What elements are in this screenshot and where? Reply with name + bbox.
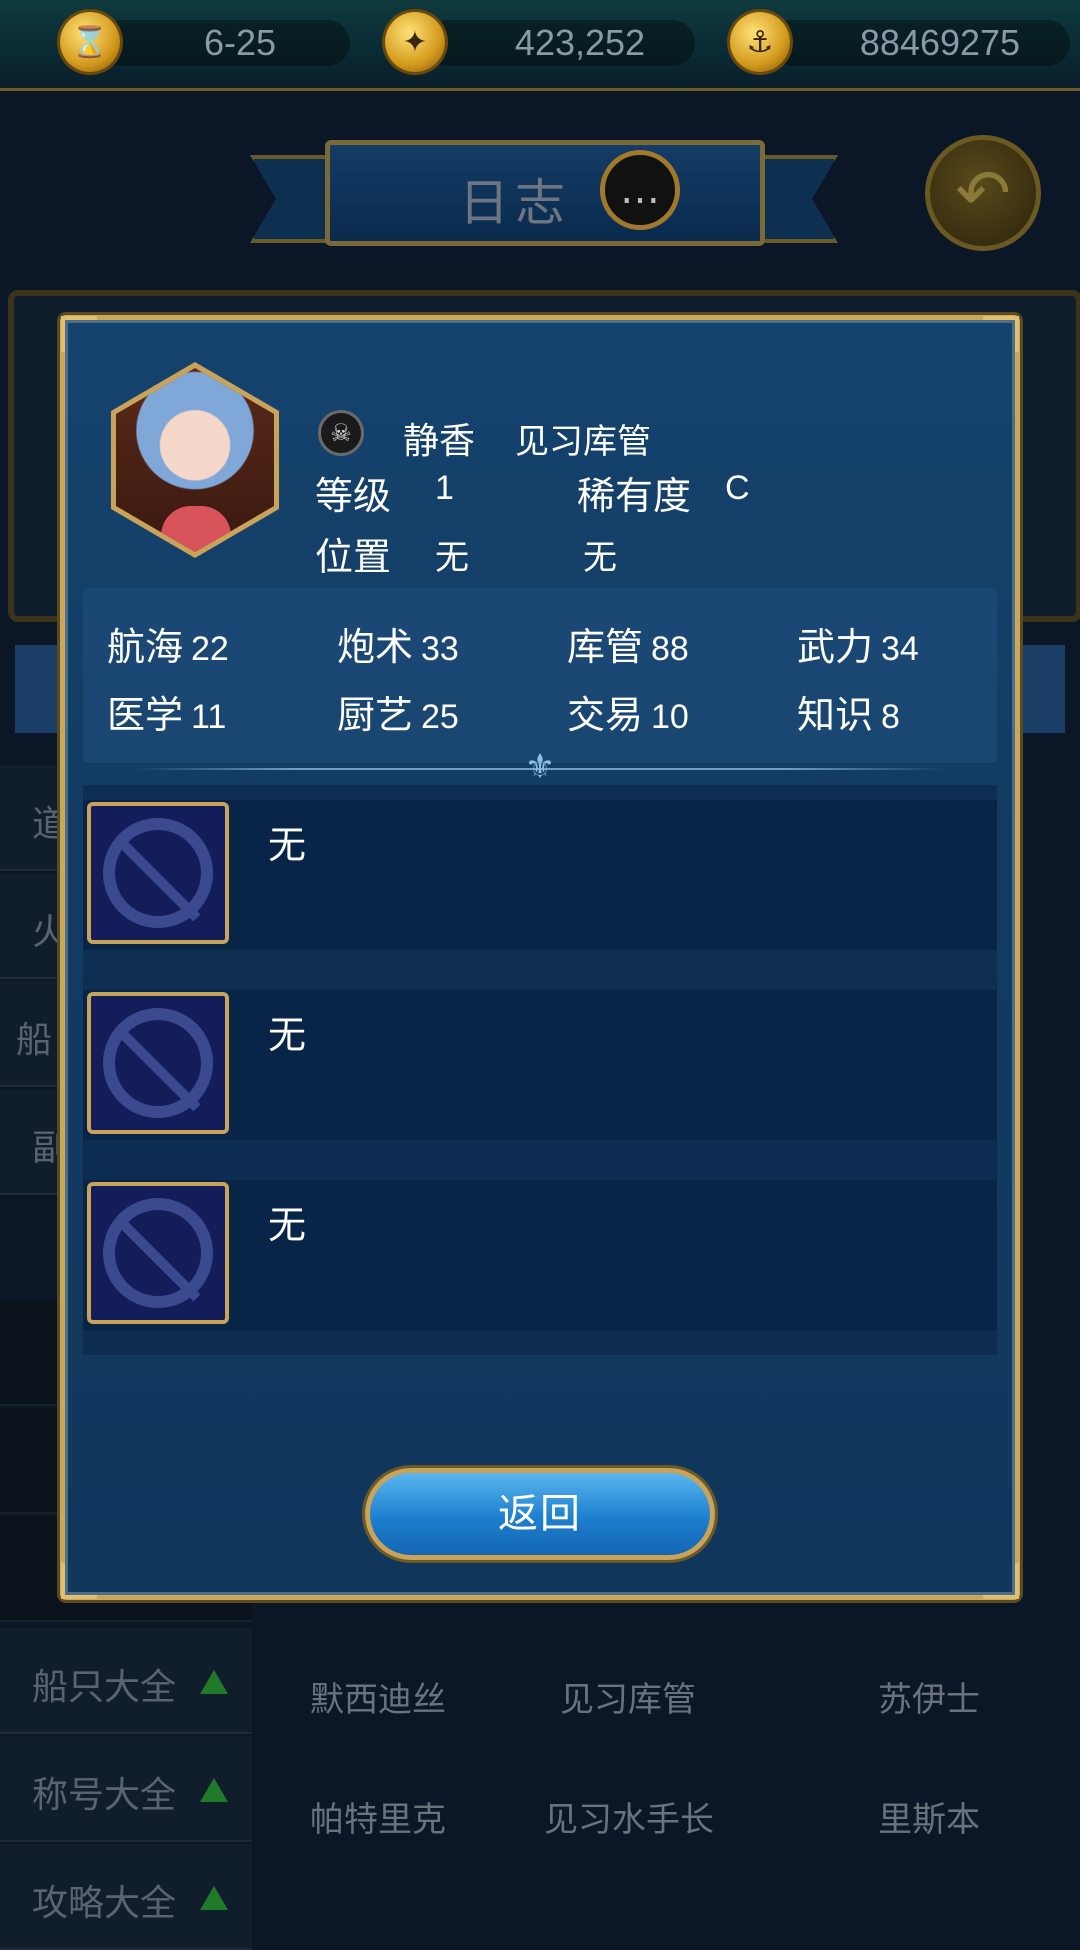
slot-text: 无 [268,823,307,867]
stat-trade: 交易 10 [567,693,689,737]
stat-gunnery: 炮术 33 [337,625,459,669]
character-portrait [111,362,279,558]
stat-knowledge: 知识 8 [797,693,900,737]
expand-triangle-icon [200,1670,228,1694]
gold-value: 88469275 [859,22,1021,63]
no-entry-icon [103,1008,213,1118]
frame-corner [983,1563,1019,1599]
character-detail-modal: ☠ 静香 见习库管 等级 1 稀有度 C 位置 无 无 航海 22 炮术 33 库管… [60,315,1020,1600]
level-label: 等级 [315,474,392,518]
slot-text: 无 [268,1203,307,1247]
equipment-slot-3[interactable]: 无 [83,1180,997,1330]
expand-triangle-icon [200,1778,228,1802]
slot-icon [87,992,229,1134]
stats-panel: 航海 22 炮术 33 库管 88 武力 34 医学 11 厨艺 25 交易 10 知识 8 [83,588,997,763]
stat-navigation: 航海 22 [107,625,229,669]
no-entry-icon [103,1198,213,1308]
slot-icon [87,1182,229,1324]
header-banner: 日志 [325,140,765,246]
fleur-ornament-icon: ⚜ [524,747,556,787]
position-value-2: 无 [583,539,617,577]
list-item[interactable]: 默西迪丝 见习库管 苏伊士 [260,1672,1060,1732]
side-item-titles[interactable]: 称号大全 [0,1736,252,1842]
return-button[interactable]: 返回 [365,1468,715,1560]
compass-value: 423,252 [514,22,646,63]
expand-triangle-icon [200,1886,228,1910]
stat-force: 武力 34 [797,625,919,669]
frame-corner [983,316,1019,352]
stat-cooking: 厨艺 25 [337,693,459,737]
position-label: 位置 [315,535,392,579]
character-name: 静香 [403,421,476,462]
back-arrow-icon[interactable]: ↶ [925,135,1041,251]
date-value: 6-25 [203,22,277,63]
slot-icon [87,802,229,944]
skull-icon: ☠ [318,410,364,456]
chat-icon[interactable]: … [600,150,680,230]
gold-coin-icon: ⚓ [730,12,790,72]
page-title: 日志 [459,174,571,232]
no-entry-icon [103,818,213,928]
portrait-image [116,368,274,552]
equipment-slot-2[interactable]: 无 [83,990,997,1140]
stat-medicine: 医学 11 [107,693,227,737]
rarity-label: 稀有度 [577,474,692,518]
hourglass-icon: ⌛ [60,12,120,72]
character-title: 见习库管 [515,422,651,462]
level-value: 1 [435,469,454,507]
rarity-value: C [725,469,750,507]
list-item[interactable]: 帕特里克 见习水手长 里斯本 [260,1792,1060,1852]
compass-icon: ✦ [385,12,445,72]
side-item-ships[interactable]: 船只大全 [0,1628,252,1734]
stat-storage: 库管 88 [567,625,689,669]
frame-corner [61,1563,97,1599]
slot-text: 无 [268,1013,307,1057]
frame-corner [61,316,97,352]
equipment-slot-1[interactable]: 无 [83,800,997,950]
resource-bar: ⌛ 6-25 ✦ 423,252 ⚓ 88469275 [0,0,1080,91]
position-value-1: 无 [435,539,469,577]
side-item-guides[interactable]: 攻略大全 [0,1844,252,1950]
